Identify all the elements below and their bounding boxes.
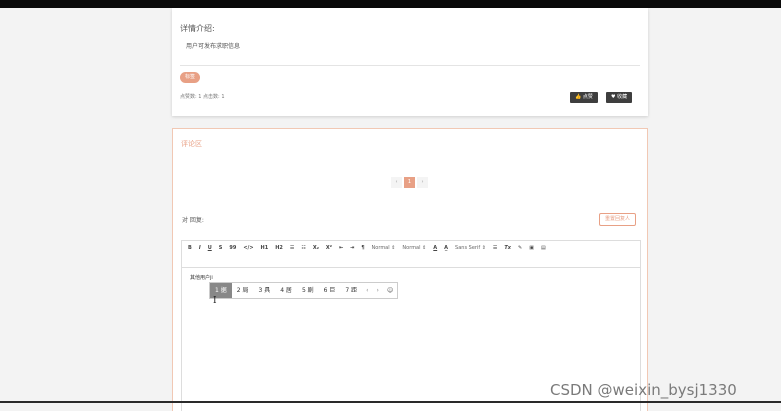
italic-button[interactable]: I bbox=[199, 245, 201, 252]
superscript-button[interactable]: X² bbox=[326, 245, 332, 252]
editor-content[interactable]: 其他用户ji bbox=[190, 274, 213, 281]
indent-button[interactable]: ⇥ bbox=[350, 245, 354, 252]
prev-page-button[interactable]: ‹ bbox=[391, 177, 402, 188]
ime-candidate-bar: 1 据 2 局 3 具 4 居 5 剧 6 巨 7 距 ‹ › ☺ bbox=[209, 282, 399, 299]
tag-badge[interactable]: 标签 bbox=[180, 72, 201, 83]
pagination: ‹ 1 › bbox=[391, 177, 428, 188]
ordered-list-button[interactable]: ☰ bbox=[290, 245, 294, 252]
text-cursor-icon: I bbox=[213, 296, 217, 306]
bullet-list-button[interactable]: ☷ bbox=[301, 245, 305, 252]
favorite-button[interactable]: ♥ 收藏 bbox=[606, 92, 633, 103]
code-block-button[interactable]: </> bbox=[243, 245, 253, 252]
next-page-button[interactable]: › bbox=[417, 177, 428, 188]
header-2-button[interactable]: H2 bbox=[275, 245, 283, 252]
font-family-select[interactable]: Sans Serif ⇕ bbox=[455, 245, 486, 252]
size-select[interactable]: Normal ⇕ bbox=[372, 245, 396, 252]
strike-button[interactable]: S bbox=[219, 245, 223, 252]
ime-candidate-7[interactable]: 7 距 bbox=[340, 283, 362, 298]
bold-button[interactable]: B bbox=[188, 245, 192, 252]
ime-candidate-3[interactable]: 3 具 bbox=[253, 283, 275, 298]
clear-format-button[interactable]: Tx bbox=[504, 245, 511, 252]
ime-candidate-2[interactable]: 2 局 bbox=[232, 283, 254, 298]
reset-reply-button[interactable]: 重置回复人 bbox=[599, 213, 637, 226]
font-color-button[interactable]: A bbox=[433, 245, 437, 252]
background-color-button[interactable]: A̲ bbox=[444, 245, 448, 252]
subscript-button[interactable]: X₂ bbox=[313, 245, 319, 252]
image-icon[interactable]: ▣ bbox=[529, 245, 534, 252]
watermark: CSDN @weixin_bysj1330 bbox=[550, 381, 737, 399]
bottom-bar bbox=[0, 401, 781, 403]
ime-candidate-5[interactable]: 5 剧 bbox=[297, 283, 319, 298]
header-select[interactable]: Normal ⇕ bbox=[402, 245, 426, 252]
underline-button[interactable]: U bbox=[208, 245, 212, 252]
emoji-icon[interactable]: ☺ bbox=[383, 283, 397, 298]
header-1-button[interactable]: H1 bbox=[261, 245, 269, 252]
video-icon[interactable]: ▤ bbox=[541, 245, 546, 252]
text-direction-button[interactable]: ¶ bbox=[361, 245, 364, 252]
ime-candidate-6[interactable]: 6 巨 bbox=[319, 283, 341, 298]
ime-candidate-4[interactable]: 4 居 bbox=[275, 283, 297, 298]
ime-prev-icon[interactable]: ‹ bbox=[362, 283, 372, 298]
blockquote-button[interactable]: 99 bbox=[229, 245, 236, 252]
reply-label: 对 回复: bbox=[182, 217, 204, 224]
detail-label: 详情介绍: bbox=[180, 24, 215, 33]
page-1-button[interactable]: 1 bbox=[404, 177, 415, 188]
outdent-button[interactable]: ⇤ bbox=[339, 245, 343, 252]
comment-section-title: 评论区 bbox=[181, 140, 202, 148]
align-button[interactable]: ☰ bbox=[493, 245, 497, 252]
top-bar bbox=[0, 0, 781, 8]
detail-text: 用户可发布求职信息 bbox=[186, 43, 241, 50]
like-button[interactable]: 👍 点赞 bbox=[570, 92, 598, 103]
divider bbox=[180, 65, 640, 66]
ime-next-icon[interactable]: › bbox=[373, 283, 383, 298]
detail-card: 详情介绍: 用户可发布求职信息 标签 点赞数: 1 点击数: 1 👍 点赞 ♥ … bbox=[172, 8, 648, 116]
stats-text: 点赞数: 1 点击数: 1 bbox=[180, 94, 225, 100]
editor-toolbar: B I U S 99 </> H1 H2 ☰ ☷ X₂ X² ⇤ ⇥ ¶ Nor… bbox=[182, 241, 640, 268]
comment-card: 评论区 ‹ 1 › 对 回复: 重置回复人 B I U S 99 </> H1 … bbox=[172, 128, 648, 411]
link-icon[interactable]: ✎ bbox=[518, 245, 522, 252]
